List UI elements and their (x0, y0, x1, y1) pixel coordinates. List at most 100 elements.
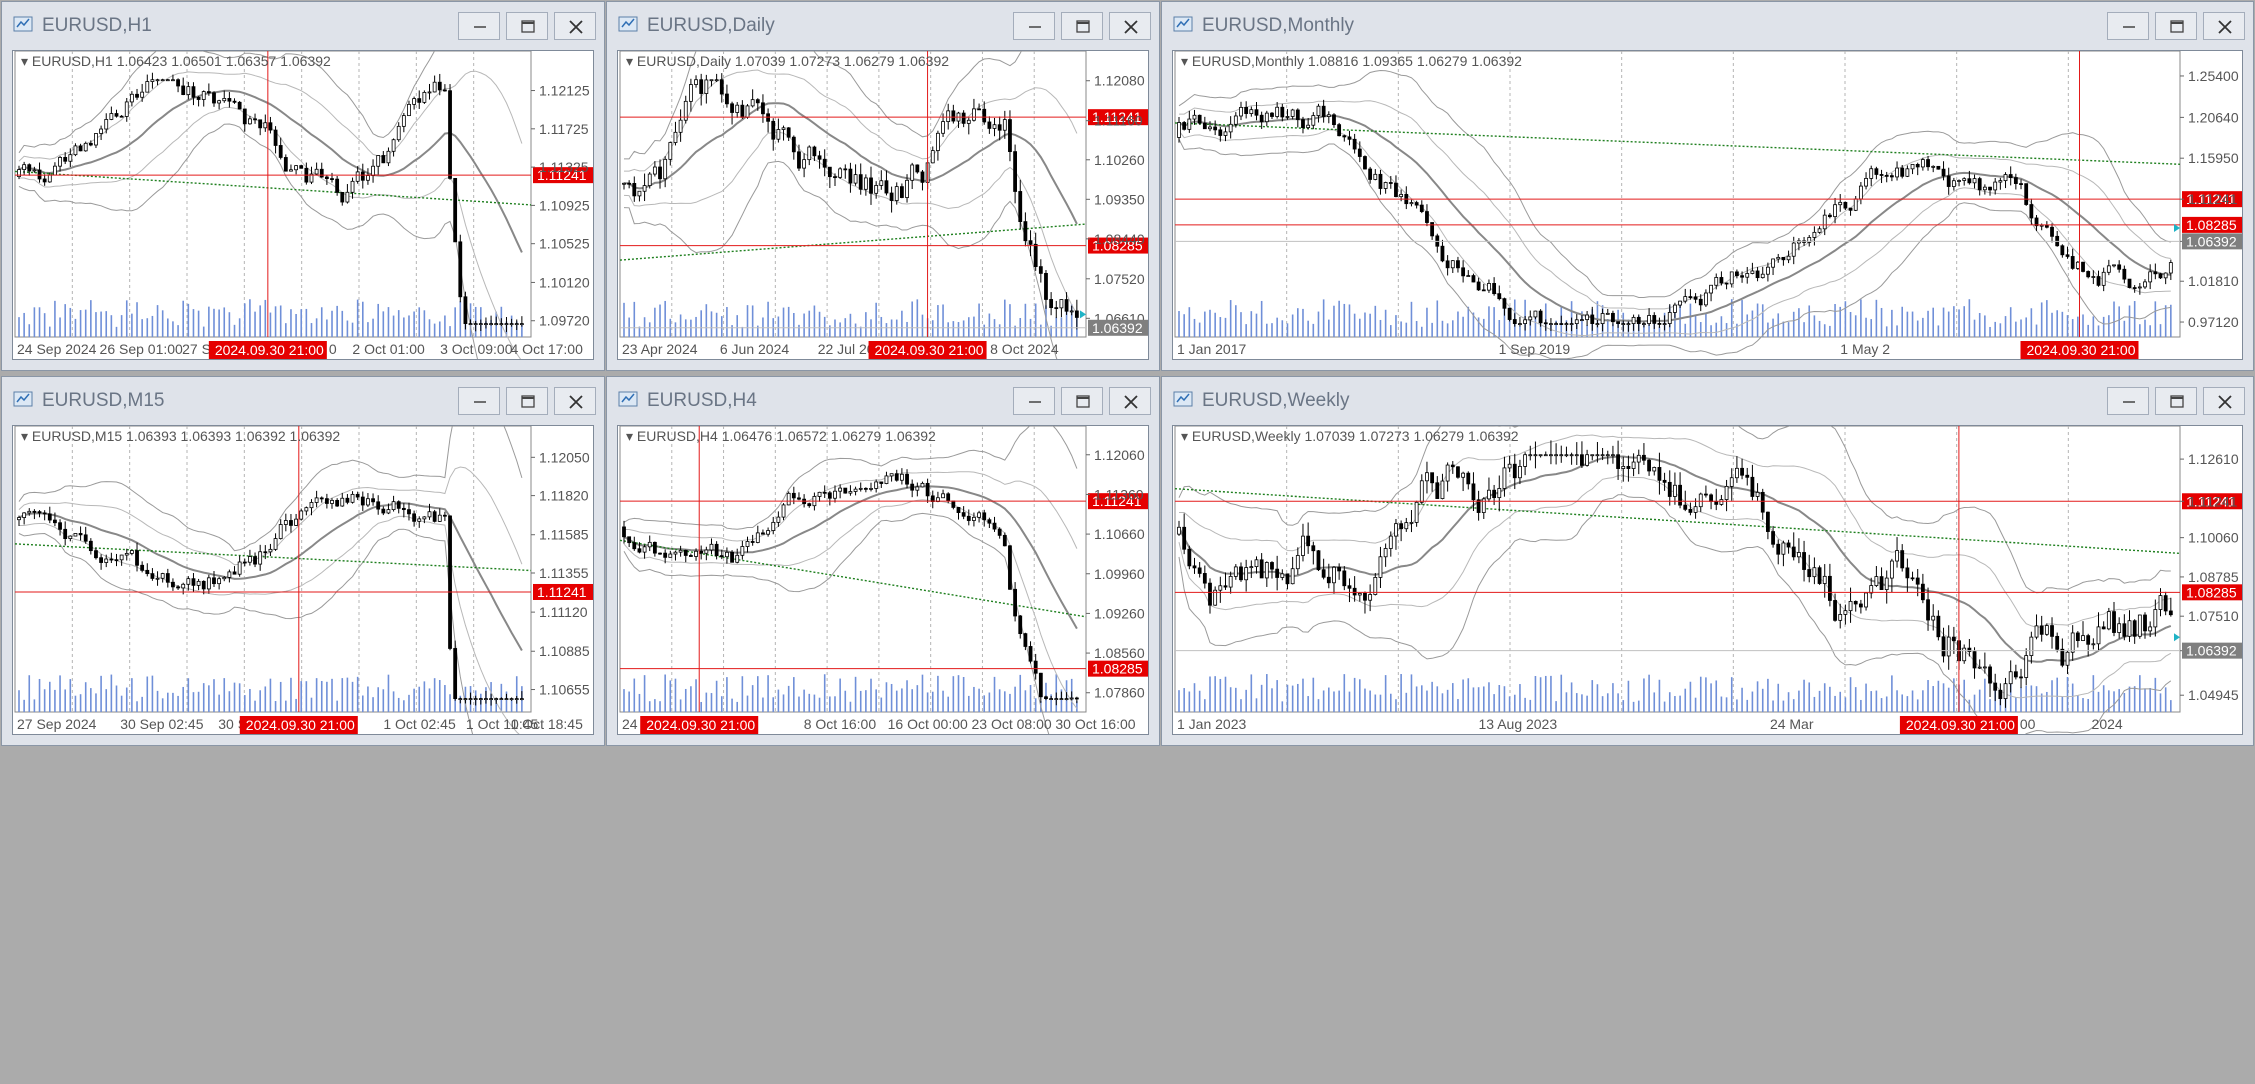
close-button[interactable] (1109, 12, 1151, 40)
ma200-line (1174, 122, 2181, 165)
crosshair-time-label: 2024.09.30 21:00 (208, 341, 327, 359)
candle (140, 561, 145, 573)
candle (1466, 471, 1471, 490)
minimize-button[interactable] (1013, 12, 1055, 40)
chart-area[interactable]: 1.11241 1.12125 1.11725 1.11325 1.10925 1.105… (12, 50, 594, 360)
candle (1564, 321, 1569, 331)
candle (1626, 321, 1631, 332)
candle (1368, 584, 1373, 612)
candle (987, 116, 992, 134)
candle (68, 535, 73, 542)
candle (191, 573, 196, 593)
candle (822, 149, 827, 177)
close-button[interactable] (554, 387, 596, 415)
close-button[interactable] (1109, 387, 1151, 415)
candle (1342, 566, 1347, 591)
candle (396, 500, 401, 514)
candle (704, 74, 709, 104)
candle (417, 90, 422, 109)
candle (761, 94, 765, 123)
maximize-button[interactable] (506, 387, 548, 415)
close-button[interactable] (554, 12, 596, 40)
candle (1197, 562, 1202, 578)
candle (1280, 569, 1285, 581)
candle (1018, 615, 1023, 639)
chart-window[interactable]: EURUSD,Weekly 1.11241 1.08285 1.12610 1.1124… (1161, 376, 2254, 746)
candle (1404, 186, 1409, 210)
candle (432, 509, 437, 523)
candle (1311, 112, 1316, 130)
candle (1492, 277, 1497, 296)
candle (936, 130, 940, 161)
price-level-label: 1.11241 (533, 583, 593, 600)
price-chart[interactable]: 1.11241 1.12050 1.11820 1.11585 1.11355 1.111… (13, 426, 594, 735)
price-tick-label: 1.11585 (539, 527, 589, 543)
candle (242, 108, 247, 132)
chart-window[interactable]: EURUSD,Daily 1.11241 1.08285 1.12080 1.11160… (606, 1, 1160, 371)
price-tick-label: 1.09960 (1094, 566, 1145, 582)
candle (1874, 566, 1879, 588)
candle (781, 503, 786, 521)
chart-window[interactable]: EURUSD,Monthly 1.11241 1.08285 1.25400 1.206… (1161, 1, 2254, 371)
chart-symbol-header: ▾ EURUSD,M15 1.06393 1.06393 1.06392 1.0… (21, 428, 341, 444)
chart-area[interactable]: 1.11241 1.08285 1.12060 1.11360 1.10660 1.099… (617, 425, 1149, 735)
candle (2127, 610, 2132, 642)
maximize-button[interactable] (2155, 12, 2197, 40)
maximize-button[interactable] (1061, 12, 1103, 40)
candle (1187, 110, 1192, 133)
candle (869, 482, 873, 492)
chart-window[interactable]: EURUSD,H1 1.11241 1.12125 1.11725 1.11325 1.1… (1, 1, 605, 371)
window-titlebar[interactable]: EURUSD,Daily (607, 2, 1159, 50)
candle (1678, 472, 1682, 509)
maximize-button[interactable] (506, 12, 548, 40)
window-titlebar[interactable]: EURUSD,H1 (2, 2, 604, 50)
candle (786, 127, 791, 141)
minimize-button[interactable] (458, 12, 500, 40)
close-button[interactable] (2203, 12, 2245, 40)
candle (1972, 174, 1977, 189)
candle (27, 163, 32, 176)
candle (391, 495, 396, 512)
minimize-button[interactable] (458, 387, 500, 415)
time-tick-label: 2 Oct 01:00 (352, 341, 425, 357)
maximize-button[interactable] (1061, 387, 1103, 415)
chart-area[interactable]: 1.11241 1.08285 1.25400 1.20640 1.15950 1.112… (1172, 50, 2243, 360)
chart-window[interactable]: EURUSD,H4 1.11241 1.08285 1.12060 1.11360 1.1… (606, 376, 1160, 746)
price-chart[interactable]: 1.112411.082851.254001.206401.159501.112… (1173, 51, 2243, 360)
candle (678, 545, 683, 557)
window-titlebar[interactable]: EURUSD,M15 (2, 377, 604, 425)
candle (2070, 625, 2075, 661)
candle (263, 114, 268, 132)
chart-area[interactable]: 1.11241 1.12050 1.11820 1.11585 1.11355 1.111… (12, 425, 594, 735)
price-chart[interactable]: 1.112411.121251.117251.113251.109251.105… (13, 51, 594, 360)
window-titlebar[interactable]: EURUSD,Monthly (1162, 2, 2253, 50)
candle (1611, 445, 1615, 464)
minimize-button[interactable] (1013, 387, 1055, 415)
window-titlebar[interactable]: EURUSD,Weekly (1162, 377, 2253, 425)
minimize-button[interactable] (2107, 12, 2149, 40)
price-chart[interactable]: 1.112411.082851.126101.112411.100601.087… (1173, 426, 2243, 735)
minimize-button[interactable] (2107, 387, 2149, 415)
chart-area[interactable]: 1.11241 1.08285 1.12610 1.11241 1.10060 1.087… (1172, 425, 2243, 735)
candle (94, 133, 98, 149)
candle (827, 166, 832, 189)
candle (1657, 317, 1662, 328)
candle (1368, 166, 1373, 184)
candle (1202, 116, 1207, 130)
volume-bars (18, 299, 523, 337)
price-tick-label: 1.10060 (2188, 530, 2239, 546)
close-button[interactable] (2203, 387, 2245, 415)
chart-window[interactable]: EURUSD,M15 1.11241 1.12050 1.11820 1.11585 1.… (1, 376, 605, 746)
maximize-button[interactable] (2155, 387, 2197, 415)
chart-area[interactable]: 1.11241 1.08285 1.12080 1.11160 1.10260 1.093… (617, 50, 1149, 360)
svg-text:1.08285: 1.08285 (1092, 661, 1143, 677)
price-chart[interactable]: 1.112411.082851.120601.113601.106601.099… (618, 426, 1149, 735)
candle (1946, 167, 1951, 195)
candle (1652, 466, 1657, 476)
window-titlebar[interactable]: EURUSD,H4 (607, 377, 1159, 425)
price-chart[interactable]: 1.112411.082851.120801.111601.102601.093… (618, 51, 1149, 360)
candle (725, 547, 729, 564)
candle (977, 103, 981, 111)
price-tick-label: 1.07520 (1094, 271, 1145, 287)
candle (1704, 485, 1708, 498)
